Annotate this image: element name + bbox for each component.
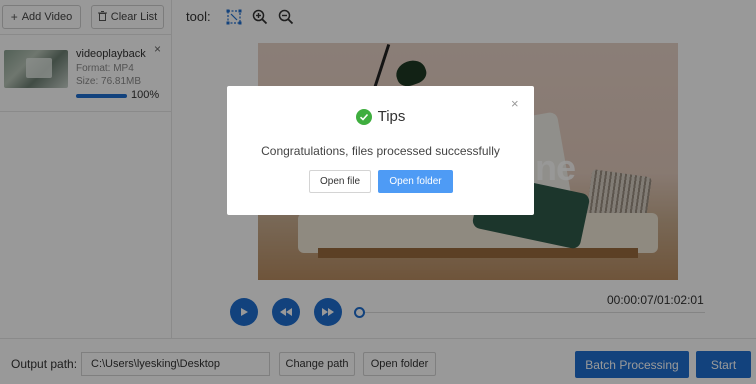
dialog-header: Tips [227,108,534,125]
dialog-message: Congratulations, files processed success… [261,144,500,158]
dialog-title: Tips [377,108,406,125]
open-file-button[interactable]: Open file [309,170,371,193]
tips-dialog: × Tips Congratulations, files processed … [227,86,534,215]
check-circle-icon [355,108,372,125]
dialog-open-folder-button[interactable]: Open folder [378,170,453,193]
